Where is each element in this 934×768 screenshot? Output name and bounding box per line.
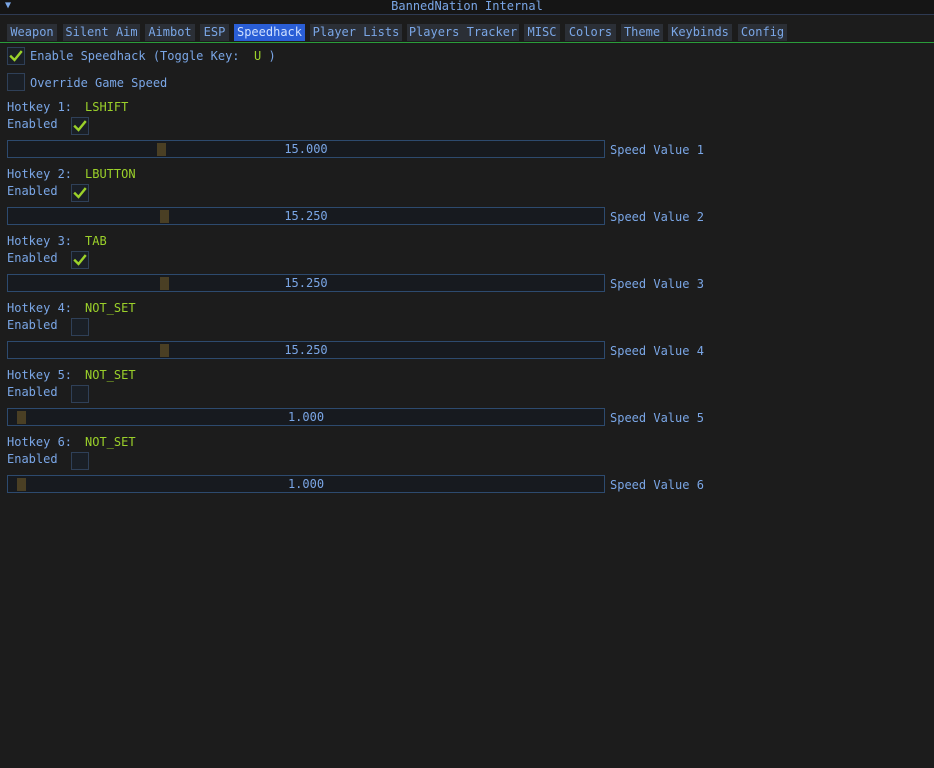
checkmark-icon: [73, 120, 87, 132]
tab-bar: Weapon Silent Aim Aimbot ESP Speedhack Player…: [0, 24, 934, 43]
speed-value-slider[interactable]: 15.250: [7, 274, 605, 292]
speed-value-label: Speed Value 5: [610, 411, 704, 425]
hotkey-enabled-checkbox[interactable]: [71, 385, 89, 403]
slider-value-text: 15.250: [284, 343, 328, 357]
hotkey-key-value[interactable]: NOT_SET: [85, 301, 136, 315]
slider-value-text: 15.000: [284, 142, 328, 156]
speed-value-slider[interactable]: 15.000: [7, 140, 605, 158]
hotkey-label: Hotkey 5:: [7, 368, 73, 382]
enabled-label: Enabled: [7, 385, 58, 399]
tab-keybinds[interactable]: Keybinds: [668, 24, 732, 41]
slider-value-text: 15.250: [284, 209, 328, 223]
hotkey-label: Hotkey 6:: [7, 435, 73, 449]
tab-aimbot[interactable]: Aimbot: [145, 24, 195, 41]
enabled-label: Enabled: [7, 318, 58, 332]
override-game-speed-checkbox[interactable]: [7, 73, 25, 91]
speed-value-slider[interactable]: 1.000: [7, 408, 605, 426]
slider-value-text: 1.000: [287, 410, 325, 424]
slider-value-text: 1.000: [287, 477, 325, 491]
enabled-label: Enabled: [7, 251, 58, 265]
hotkey-key-value[interactable]: NOT_SET: [85, 435, 136, 449]
toggle-key-value: U: [253, 49, 262, 63]
checkmark-icon: [73, 187, 87, 199]
tab-esp[interactable]: ESP: [200, 24, 229, 41]
tab-misc[interactable]: MISC: [524, 24, 560, 41]
hotkey-label: Hotkey 4:: [7, 301, 73, 315]
checkmark-icon: [9, 50, 23, 62]
speed-value-label: Speed Value 4: [610, 344, 704, 358]
hotkey-label: Hotkey 2:: [7, 167, 73, 181]
window-title: BannedNation Internal: [391, 0, 543, 13]
speed-value-label: Speed Value 6: [610, 478, 704, 492]
tab-colors[interactable]: Colors: [565, 24, 616, 41]
tab-speedhack[interactable]: Speedhack: [234, 24, 305, 41]
slider-value-text: 15.250: [284, 276, 328, 290]
hotkey-key-value[interactable]: LSHIFT: [85, 100, 128, 114]
hotkey-key-value[interactable]: TAB: [85, 234, 107, 248]
hotkey-enabled-checkbox[interactable]: [71, 318, 89, 336]
title-bar[interactable]: ▼ BannedNation Internal: [0, 0, 934, 15]
enable-speedhack-label: Enable Speedhack (Toggle Key: U ): [30, 49, 276, 63]
enabled-label: Enabled: [7, 452, 58, 466]
tab-theme[interactable]: Theme: [621, 24, 663, 41]
enable-speedhack-checkbox[interactable]: [7, 47, 25, 65]
speed-value-slider[interactable]: 15.250: [7, 341, 605, 359]
hotkey-enabled-checkbox[interactable]: [71, 452, 89, 470]
tab-silent-aim[interactable]: Silent Aim: [63, 24, 140, 41]
enabled-label: Enabled: [7, 184, 58, 198]
speed-value-label: Speed Value 2: [610, 210, 704, 224]
tab-config[interactable]: Config: [738, 24, 787, 41]
speed-value-slider[interactable]: 1.000: [7, 475, 605, 493]
hotkey-key-value[interactable]: NOT_SET: [85, 368, 136, 382]
speed-value-label: Speed Value 1: [610, 143, 704, 157]
hotkey-label: Hotkey 1:: [7, 100, 73, 114]
tab-weapon[interactable]: Weapon: [7, 24, 57, 41]
override-game-speed-label: Override Game Speed: [30, 76, 168, 90]
tab-players-tracker[interactable]: Players Tracker: [407, 24, 519, 41]
speed-value-slider[interactable]: 15.250: [7, 207, 605, 225]
speed-value-label: Speed Value 3: [610, 277, 704, 291]
hotkey-enabled-checkbox[interactable]: [71, 117, 89, 135]
hotkey-key-value[interactable]: LBUTTON: [85, 167, 136, 181]
enabled-label: Enabled: [7, 117, 58, 131]
hotkey-label: Hotkey 3:: [7, 234, 73, 248]
tab-player-lists[interactable]: Player Lists: [310, 24, 402, 41]
hotkey-enabled-checkbox[interactable]: [71, 251, 89, 269]
hotkey-enabled-checkbox[interactable]: [71, 184, 89, 202]
checkmark-icon: [73, 254, 87, 266]
